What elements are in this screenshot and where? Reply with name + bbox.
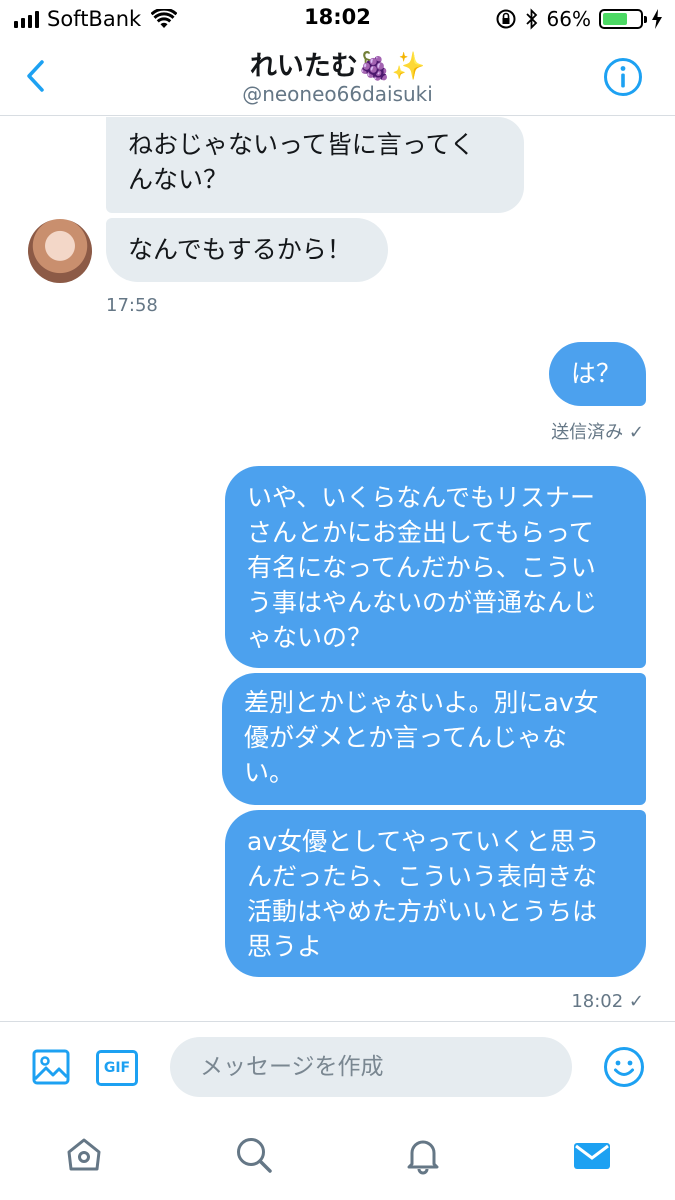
message-list[interactable]: ねおじゃないって皆に言ってく んない？ なんでもするから！ 17:58 は？ 送…: [0, 117, 675, 1021]
emoji-button[interactable]: [603, 1046, 645, 1088]
battery-fill: [603, 13, 627, 25]
sent-status: 送信済み ✓: [551, 422, 644, 443]
received-timestamp: 17:58: [106, 295, 158, 316]
contact-name[interactable]: れいたむ🍇✨: [0, 44, 675, 83]
sent-message[interactable]: いや、いくらなんでもリスナー さんとかにお金出してもらって 有名になってんだから…: [225, 466, 646, 668]
conversation-header: れいたむ🍇✨ @neoneo66daisuki: [0, 38, 675, 116]
status-bar: SoftBank 18:02 66%: [0, 0, 675, 38]
contact-avatar[interactable]: [28, 219, 92, 283]
status-bar-right: 66%: [495, 6, 663, 32]
home-icon[interactable]: [64, 1135, 104, 1175]
message-input[interactable]: [170, 1037, 572, 1097]
sent-message[interactable]: av女優としてやっていくと思う んだったら、こういう表向きな 活動はやめた方がい…: [225, 810, 646, 977]
message-composer: GIF: [0, 1021, 675, 1115]
received-message[interactable]: ねおじゃないって皆に言ってく んない？: [106, 117, 524, 213]
gif-button[interactable]: GIF: [96, 1050, 138, 1086]
received-message[interactable]: なんでもするから！: [106, 218, 388, 282]
charging-icon: [652, 9, 662, 29]
contact-handle: @neoneo66daisuki: [242, 82, 433, 106]
search-icon[interactable]: [234, 1135, 274, 1175]
sent-message[interactable]: 差別とかじゃないよ。別にav女 優がダメとか言ってんじゃな い。: [222, 673, 646, 805]
tab-bar: [0, 1115, 675, 1200]
info-icon[interactable]: [603, 57, 643, 97]
battery-percent: 66%: [546, 7, 591, 31]
mail-icon[interactable]: [572, 1135, 612, 1175]
sent-timestamp: 18:02 ✓: [571, 991, 644, 1012]
orientation-lock-icon: [496, 9, 516, 29]
image-icon[interactable]: [32, 1048, 70, 1086]
battery-icon: [599, 9, 647, 29]
bell-icon[interactable]: [403, 1135, 443, 1175]
bluetooth-icon: [525, 8, 537, 30]
sent-message[interactable]: は？: [549, 342, 646, 406]
